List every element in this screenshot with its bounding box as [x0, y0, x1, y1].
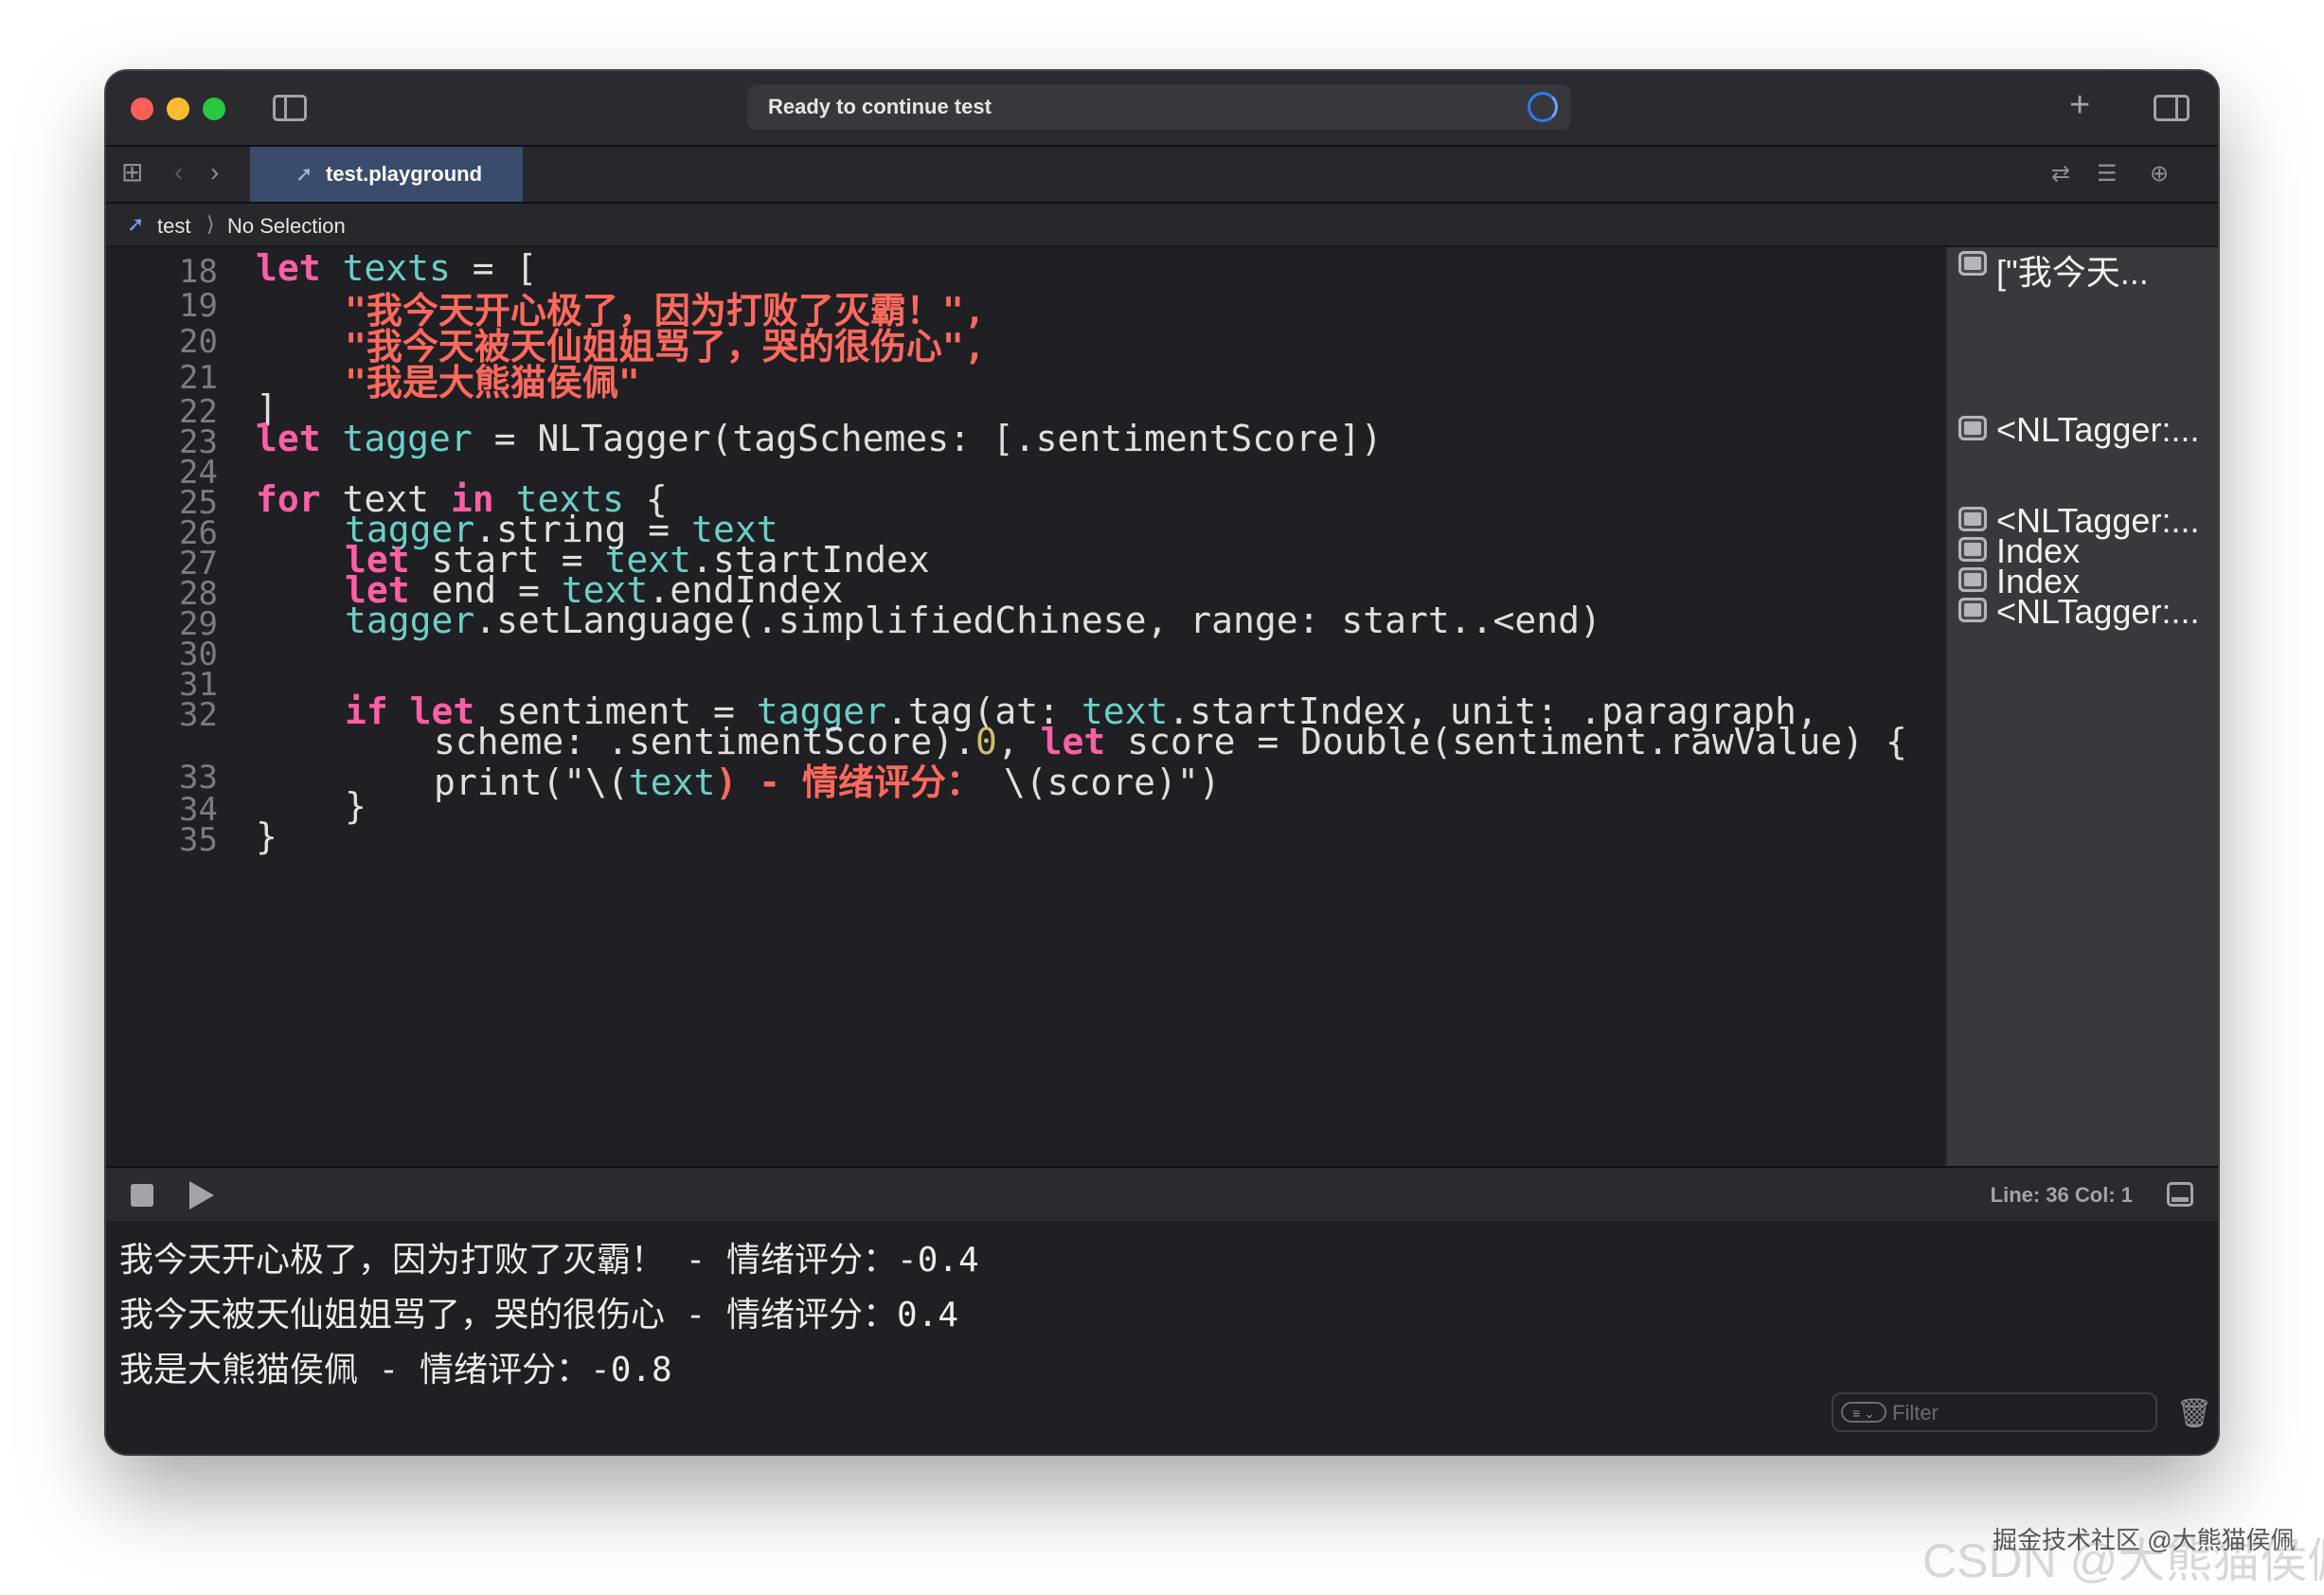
result-value: ["我今天... — [1996, 253, 2149, 292]
result-value: <NLTagger:... — [1996, 410, 2200, 449]
quick-look-icon[interactable] — [1958, 537, 1987, 562]
code-text: \(score)") — [981, 762, 1221, 803]
line-col-indicator: Line: 36 Col: 1 — [1990, 1183, 2133, 1207]
navigator-toggle-icon[interactable] — [273, 95, 307, 121]
titlebar: Ready to continue test + — [106, 71, 2218, 147]
add-library-icon[interactable]: + — [2069, 86, 2090, 124]
console-filter[interactable]: ≡ ⌄ — [1832, 1392, 2157, 1432]
watermark-secondary: 掘金技术社区 @大熊猫侯佩 — [1993, 1526, 2296, 1554]
add-editor-icon[interactable]: ⊕ — [2150, 160, 2169, 188]
code-line: } — [345, 785, 366, 827]
string-literal: "我是大熊猫侯佩" — [345, 362, 640, 403]
tab-test-playground[interactable]: ➚ test.playground — [250, 147, 523, 202]
code-text: .setLanguage(.simplifiedChinese, range: … — [474, 600, 1601, 641]
console-line: 我今天开心极了，因为打败了灭霸！ - 情绪评分：-0.4 — [119, 1241, 979, 1280]
keyword: for — [256, 478, 321, 520]
quick-look-icon[interactable] — [1958, 507, 1987, 531]
line-number: 32 — [179, 696, 218, 734]
console-toggle-icon[interactable] — [2167, 1182, 2193, 1207]
forward-chevron-icon[interactable]: › — [210, 158, 219, 187]
breadcrumb-selection[interactable]: No Selection — [227, 214, 346, 239]
line-number: 18 — [179, 253, 218, 291]
activity-status-bar: Ready to continue test — [747, 84, 1571, 130]
play-icon[interactable] — [189, 1181, 214, 1210]
trash-icon[interactable]: 🗑 — [2176, 1397, 2212, 1430]
back-chevron-icon[interactable]: ‹ — [174, 158, 183, 187]
breadcrumb-project[interactable]: test — [157, 214, 190, 239]
jump-bar: ➚ test ⟩ No Selection — [106, 204, 2218, 247]
line-number: 19 — [179, 287, 218, 325]
line-number: 35 — [179, 821, 218, 859]
swift-icon: ➚ — [295, 162, 313, 186]
debug-bar: Line: 36 Col: 1 — [106, 1166, 2218, 1223]
keyword: if — [345, 690, 388, 732]
identifier: tagger — [342, 418, 473, 459]
line-number: 20 — [179, 323, 218, 361]
keyword: let — [256, 418, 321, 459]
status-text: Ready to continue test — [768, 95, 992, 118]
zoom-window-button[interactable] — [203, 98, 225, 120]
identifier: text — [628, 762, 716, 803]
code-line: "我是大熊猫侯佩" — [345, 353, 640, 405]
xcode-window: Ready to continue test + ⊞ ‹ › ➚ test.pl… — [106, 71, 2218, 1454]
close-window-button[interactable] — [131, 98, 153, 120]
console-line: 我是大熊猫侯佩 - 情绪评分：-0.8 — [119, 1351, 672, 1389]
code-line: let tagger = NLTagger(tagSchemes: [.sent… — [256, 418, 1383, 459]
inspector-toggle-icon[interactable] — [2154, 95, 2190, 121]
quick-look-icon[interactable] — [1958, 598, 1987, 622]
code-editor[interactable]: 18 19 20 21 22 23 24 25 26 27 28 29 30 3… — [106, 247, 1945, 1166]
minimize-window-button[interactable] — [167, 98, 189, 120]
swift-icon: ➚ — [127, 212, 145, 236]
code-text: = NLTagger(tagSchemes: [.sentimentScore]… — [472, 418, 1383, 459]
progress-spinner-icon — [1528, 92, 1558, 122]
tab-bar: ⊞ ‹ › ➚ test.playground ⇄ ☰ ⊕ — [106, 147, 2218, 204]
code-text: print("\( — [434, 762, 629, 803]
stop-icon[interactable] — [131, 1184, 153, 1207]
line-number: 21 — [179, 359, 218, 397]
identifier: tagger — [345, 600, 475, 641]
tab-label: test.playground — [326, 162, 483, 186]
filter-input[interactable] — [1890, 1399, 2150, 1427]
code-line: print("\(text) - 情绪评分： \(score)") — [434, 753, 1221, 805]
grid-icon[interactable]: ⊞ — [121, 158, 143, 187]
code-line: tagger.setLanguage(.simplifiedChinese, r… — [345, 600, 1601, 641]
string-literal: 情绪评分： — [801, 762, 982, 803]
quick-look-icon[interactable] — [1958, 416, 1987, 440]
console-line: 我今天被天仙姐姐骂了，哭的很伤心 - 情绪评分：0.4 — [119, 1296, 959, 1335]
results-sidebar: ["我今天... <NLTagger:... <NLTagger:... Ind… — [1945, 247, 2218, 1166]
editor-options-icon[interactable]: ☰ — [2097, 160, 2118, 188]
string-literal: ) - — [715, 762, 802, 803]
code-text: score = Double(sentiment.rawValue) { — [1105, 721, 1907, 762]
console-output[interactable]: 我今天开心极了，因为打败了灭霸！ - 情绪评分：-0.4 我今天被天仙姐姐骂了，… — [106, 1221, 2218, 1454]
quick-look-icon[interactable] — [1958, 567, 1987, 592]
keyword: let — [256, 247, 321, 289]
code-line: } — [256, 815, 277, 857]
breadcrumb-separator: ⟩ — [206, 212, 215, 236]
filter-options-icon[interactable]: ≡ ⌄ — [1841, 1402, 1886, 1423]
related-items-icon[interactable]: ⇄ — [2051, 160, 2070, 188]
quick-look-icon[interactable] — [1958, 251, 1987, 276]
result-value: <NLTagger:... — [1996, 592, 2200, 631]
